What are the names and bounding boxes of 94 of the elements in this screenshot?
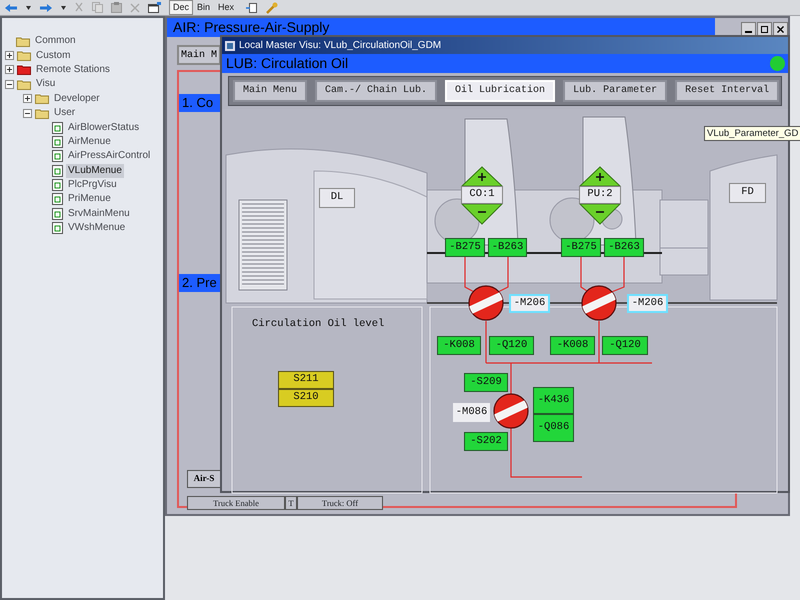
back-arrow-icon[interactable] [4,2,18,12]
tree-item[interactable]: Remote Stations [2,62,163,78]
minus-box-icon[interactable] [23,108,32,118]
contact-tag[interactable]: -K436 [533,387,574,414]
document-icon [52,193,63,206]
document-icon [52,222,63,234]
status-cell: Truck: Off [297,496,383,510]
tree-item[interactable]: VLubMenue [2,164,163,178]
caret-icon[interactable] [26,6,31,10]
maximize-button[interactable] [757,22,772,36]
switch-tag[interactable]: -S202 [464,432,508,451]
document-icon [52,208,63,220]
close-button[interactable] [773,22,788,36]
motor-icon[interactable] [468,285,504,321]
tree-item[interactable]: AirPressAirControl [2,149,163,164]
tree-item[interactable]: VWshMenue [2,221,163,236]
tab-button[interactable]: Cam.-/ Chain Lub. [315,80,438,102]
tree-item[interactable]: Common [2,34,163,48]
selector-value: PU:2 [579,186,621,204]
mode-button[interactable]: Hex [214,0,238,15]
sensor-tag[interactable]: -B263 [604,238,644,257]
document-icon [52,179,63,192]
tree-item[interactable]: User [2,106,163,120]
relay-tag[interactable]: -Q120 [489,336,534,355]
document-icon [52,136,63,148]
folder-icon [17,78,31,90]
increase-button[interactable] [460,166,504,186]
panel-title: Circulation Oil level [252,317,386,332]
motor-icon[interactable] [493,393,529,429]
decrease-button[interactable] [578,204,622,225]
machine-label: DL [319,188,355,208]
tab-button[interactable]: Lub. Parameter [563,80,668,102]
level-switch[interactable]: S211 [278,371,334,389]
forward-arrow-icon[interactable] [39,2,53,12]
section-header: 2. Pre [179,274,220,292]
menu-button[interactable]: Main M [177,45,221,65]
relay-tag[interactable]: -K008 [437,336,481,355]
tree-item[interactable]: Custom [2,48,163,63]
plus-box-icon[interactable] [5,51,14,60]
level-switch[interactable]: S210 [278,389,334,407]
tree-item[interactable]: PriMenue [2,192,163,207]
caret-icon[interactable] [61,6,66,10]
folder-icon [35,93,49,104]
folder-icon [17,64,31,76]
window-title: Local Master Visu: VLub_CirculationOil_GDM [239,39,442,53]
decrease-button[interactable] [460,204,504,225]
tab-button[interactable]: Oil Lubrication [445,80,556,102]
plus-box-icon[interactable] [23,94,32,104]
mode-button[interactable]: Bin [193,0,214,15]
minimize-button[interactable] [741,22,756,36]
screen-title: LUB: Circulation Oil [226,54,348,73]
tree-item[interactable]: AirBlowerStatus [2,120,163,135]
status-cell: Truck Enable [187,496,285,510]
folder-icon [16,36,30,47]
folder-icon [35,108,49,119]
motor-icon[interactable] [581,285,617,321]
tree-item[interactable]: AirMenue [2,134,163,150]
document-icon [52,164,63,177]
app-icon [225,40,235,50]
tree-item[interactable]: Visu [2,77,163,92]
machine-label: FD [729,183,766,203]
section-header: 1. Co [179,94,220,112]
relay-tag[interactable]: -K008 [550,336,595,355]
mode-button[interactable]: Dec [169,0,194,15]
selector-value: CO:1 [461,186,503,204]
sensor-tag[interactable]: -B263 [488,238,527,257]
contact-tag[interactable]: -Q086 [533,414,574,442]
motor-label: -M086 [453,403,490,422]
window-title: AIR: Pressure-Air-Supply [173,19,330,35]
section-button[interactable]: Air-S [187,470,221,488]
minimize-icon [745,31,752,33]
increase-button[interactable] [578,166,622,186]
maximize-icon [760,24,769,34]
plus-box-icon[interactable] [5,65,14,74]
sensor-tag[interactable]: -B275 [445,238,485,257]
tree-item[interactable]: SrvMainMenu [2,206,163,222]
document-icon [52,122,63,134]
motor-label: -M206 [627,294,668,313]
document-icon [52,150,63,162]
status-cell: T [285,496,297,510]
minus-box-icon[interactable] [5,80,14,89]
window-icon[interactable] [148,2,161,13]
relay-tag[interactable]: -Q120 [602,336,648,355]
tooltip: VLub_Parameter_GD [704,126,800,141]
paste-icon[interactable] [111,2,122,13]
tree-item[interactable]: PlcPrgVisu [2,178,163,192]
sensor-tag[interactable]: -B275 [561,238,601,257]
close-icon [776,24,785,34]
tab-button[interactable]: Reset Interval [675,80,780,102]
tab-button[interactable]: Main Menu [233,80,308,102]
motor-label: -M206 [509,294,550,313]
switch-tag[interactable]: -S209 [464,373,508,392]
tree-item[interactable]: Developer [2,92,163,106]
folder-icon [17,50,31,62]
